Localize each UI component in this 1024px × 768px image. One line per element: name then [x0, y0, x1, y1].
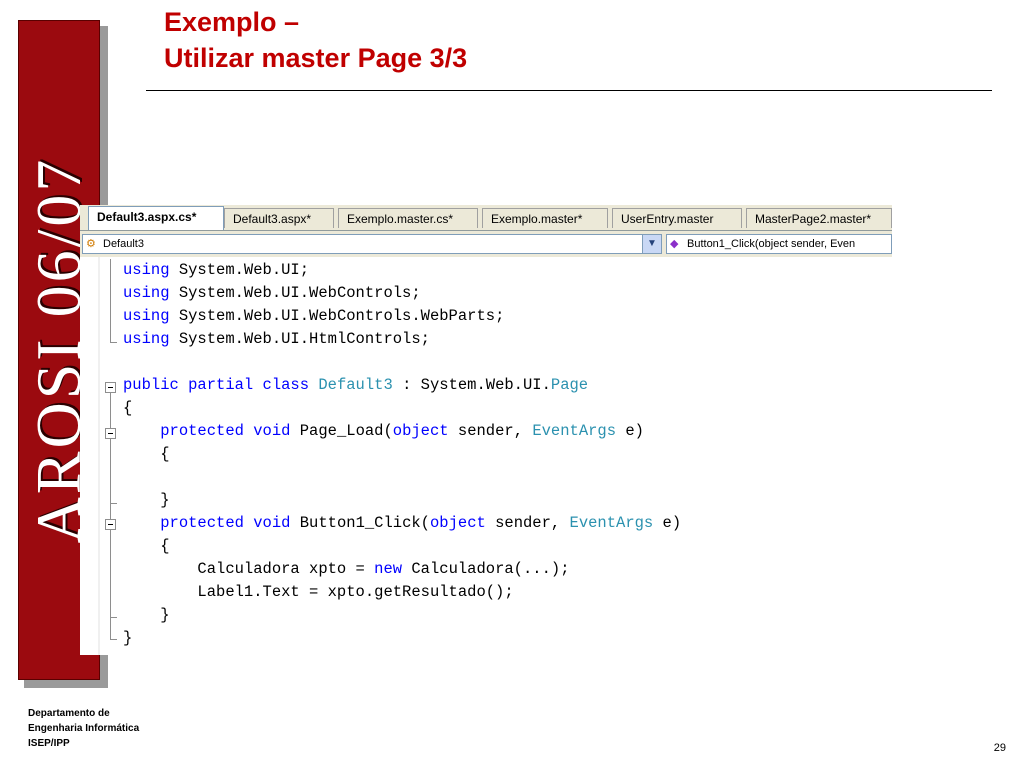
title-line-1: Exemplo – [164, 7, 300, 37]
code-line: using System.Web.UI.WebControls; [123, 284, 421, 302]
title-line-2: Utilizar master Page 3/3 [164, 43, 468, 73]
member-dropdown[interactable]: ◆ Button1_Click(object sender, Even [666, 234, 892, 254]
page-number: 29 [993, 742, 1006, 754]
footer-institution: Departamento de Engenharia Informática I… [28, 706, 139, 751]
code-line: public partial class Default3 : System.W… [123, 376, 589, 394]
code-line: using System.Web.UI.HtmlControls; [123, 330, 430, 348]
code-line: protected void Button1_Click(object send… [160, 514, 682, 532]
tab-userentry-master[interactable]: UserEntry.master [612, 208, 742, 228]
collapse-icon[interactable] [105, 382, 116, 393]
chevron-down-icon[interactable]: ▼ [642, 235, 661, 253]
editor-margin [98, 257, 100, 655]
code-line: using System.Web.UI.WebControls.WebParts… [123, 307, 505, 325]
class-dropdown[interactable]: ⚙ Default3 ▼ [82, 234, 662, 254]
code-line: { [123, 399, 133, 417]
outline-end [110, 639, 117, 640]
method-icon: ◆ [670, 238, 679, 250]
code-editor[interactable]: using System.Web.UI; using System.Web.UI… [80, 257, 892, 655]
title-divider [146, 90, 992, 91]
class-dropdown-value: Default3 [103, 238, 144, 250]
collapse-icon[interactable] [105, 428, 116, 439]
member-dropdown-value: Button1_Click(object sender, Even [687, 238, 856, 250]
code-line: { [123, 537, 170, 555]
tab-masterpage2-master[interactable]: MasterPage2.master* [746, 208, 892, 228]
code-line: protected void Page_Load(object sender, … [160, 422, 644, 440]
code-line: { [123, 445, 170, 463]
code-line: Calculadora xpto = new Calculadora(...); [123, 560, 570, 578]
footer-line-2: Engenharia Informática [28, 723, 140, 734]
footer-line-3: ISEP/IPP [28, 738, 70, 749]
collapse-icon[interactable] [105, 519, 116, 530]
code-line: using System.Web.UI; [123, 261, 310, 279]
code-line: Label1.Text = xpto.getResultado(); [123, 583, 514, 601]
class-icon: ⚙ [86, 238, 96, 250]
tab-exemplo-master[interactable]: Exemplo.master* [482, 208, 608, 228]
outline-guide [110, 259, 111, 342]
ide-screenshot: Default3.aspx.cs* Default3.aspx* Exemplo… [80, 205, 892, 655]
tab-exemplo-master-cs[interactable]: Exemplo.master.cs* [338, 208, 478, 228]
code-line: } [123, 491, 170, 509]
editor-tabstrip: Default3.aspx.cs* Default3.aspx* Exemplo… [80, 205, 892, 231]
navigation-bar: ⚙ Default3 ▼ ◆ Button1_Click(object send… [80, 231, 892, 257]
footer-line-1: Departamento de [28, 708, 110, 719]
outline-end [110, 342, 117, 343]
code-line: } [123, 629, 133, 647]
tab-default3-aspx-cs[interactable]: Default3.aspx.cs* [88, 206, 224, 230]
tab-default3-aspx[interactable]: Default3.aspx* [224, 208, 334, 228]
outline-end [110, 617, 117, 618]
outline-end [110, 503, 117, 504]
code-line: } [123, 606, 170, 624]
slide-title: Exemplo – Utilizar master Page 3/3 [164, 4, 467, 76]
